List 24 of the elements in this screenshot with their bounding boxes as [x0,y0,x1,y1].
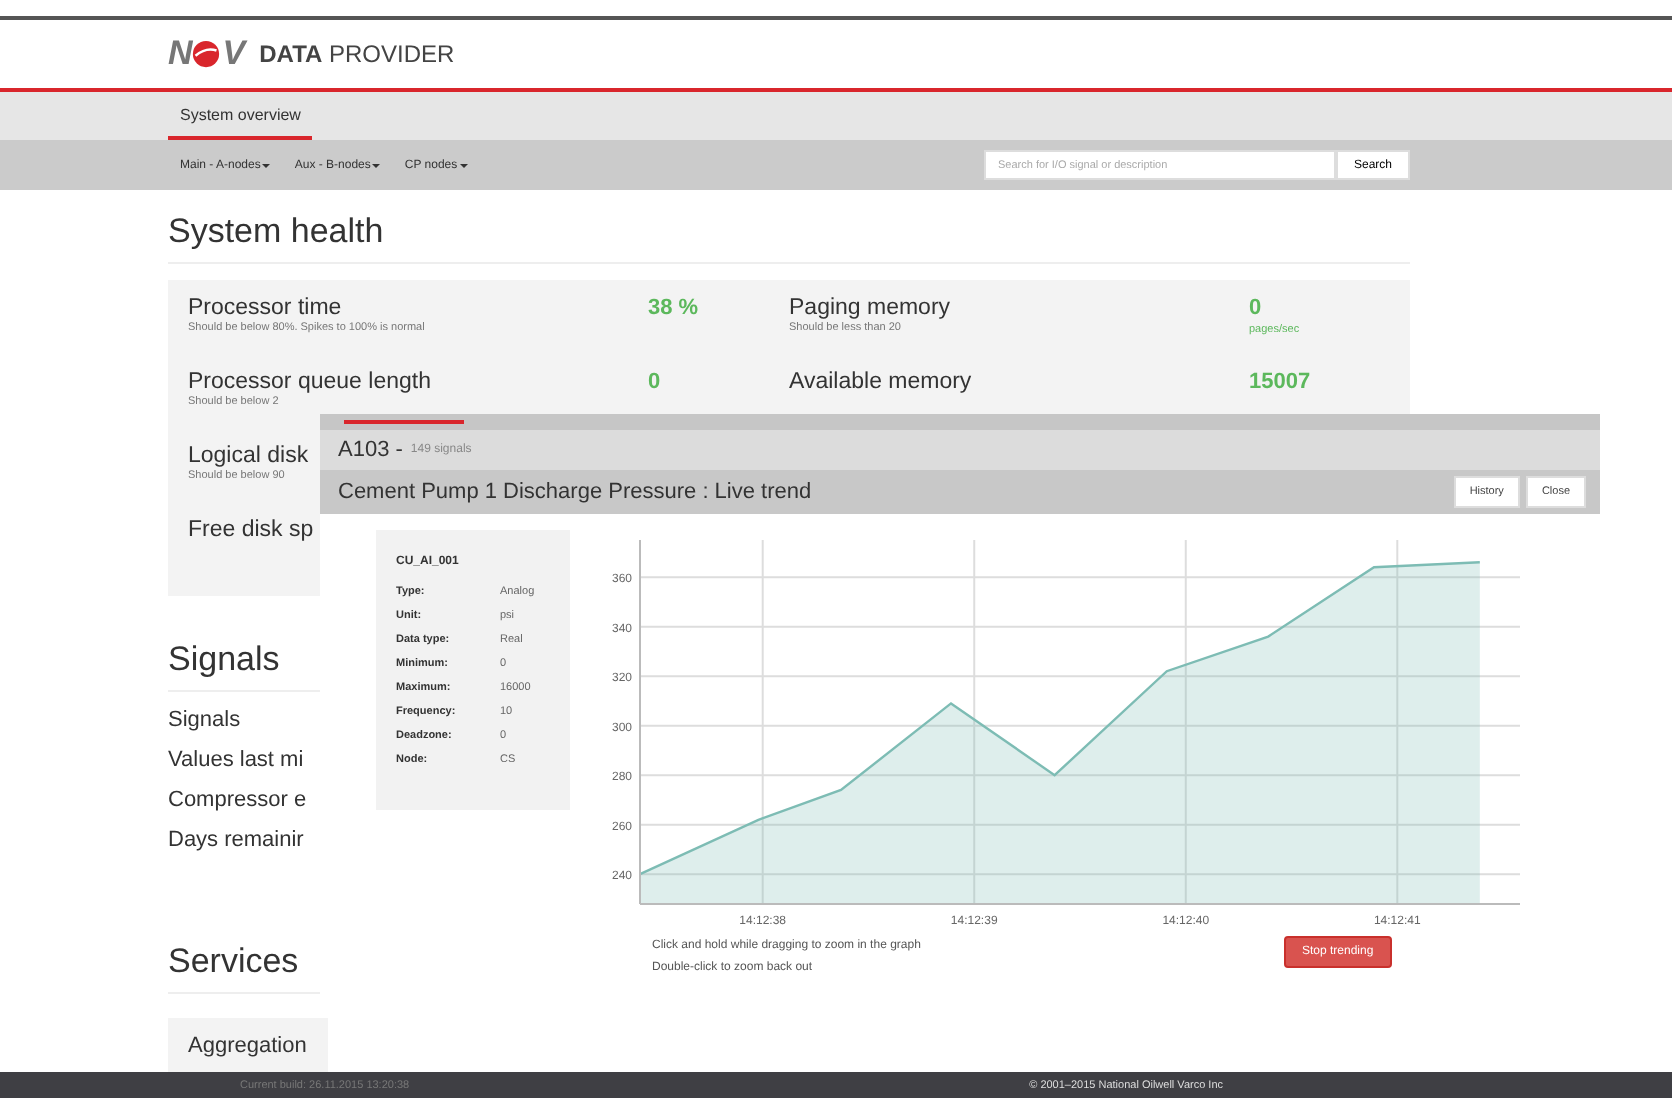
logo: N V [168,34,244,74]
metric-label: Available memory [789,370,972,394]
metric-value: 0 [1249,296,1264,320]
app-title: DATA PROVIDER [259,40,455,68]
metric-label: Processor queue length [188,370,431,394]
metric-value: 38 % [648,296,701,320]
service-label: Aggregation [188,1034,307,1058]
metric-label: Paging memory [789,296,951,320]
caret-icon [459,163,468,167]
signal-label: Days remainir [168,828,304,852]
metric-value: 15007 [1249,370,1313,394]
caret-icon [262,163,271,167]
section-heading: System health [168,212,1410,264]
metric-value: 0 [648,370,663,394]
caret-icon [372,163,381,167]
signal-label: Compressor e [168,788,307,812]
signal-label: Signals [168,708,241,732]
node-name: A103 - [338,438,403,462]
globe-icon [192,40,221,68]
signal-label: Values last mi [168,748,304,772]
metric-label: Free disk sp [188,518,314,542]
metric-label: Logical disk [188,444,309,468]
metric-label: Processor time [188,296,342,320]
dialog-title: Cement Pump 1 Discharge Pressure : Live trend [338,480,812,504]
